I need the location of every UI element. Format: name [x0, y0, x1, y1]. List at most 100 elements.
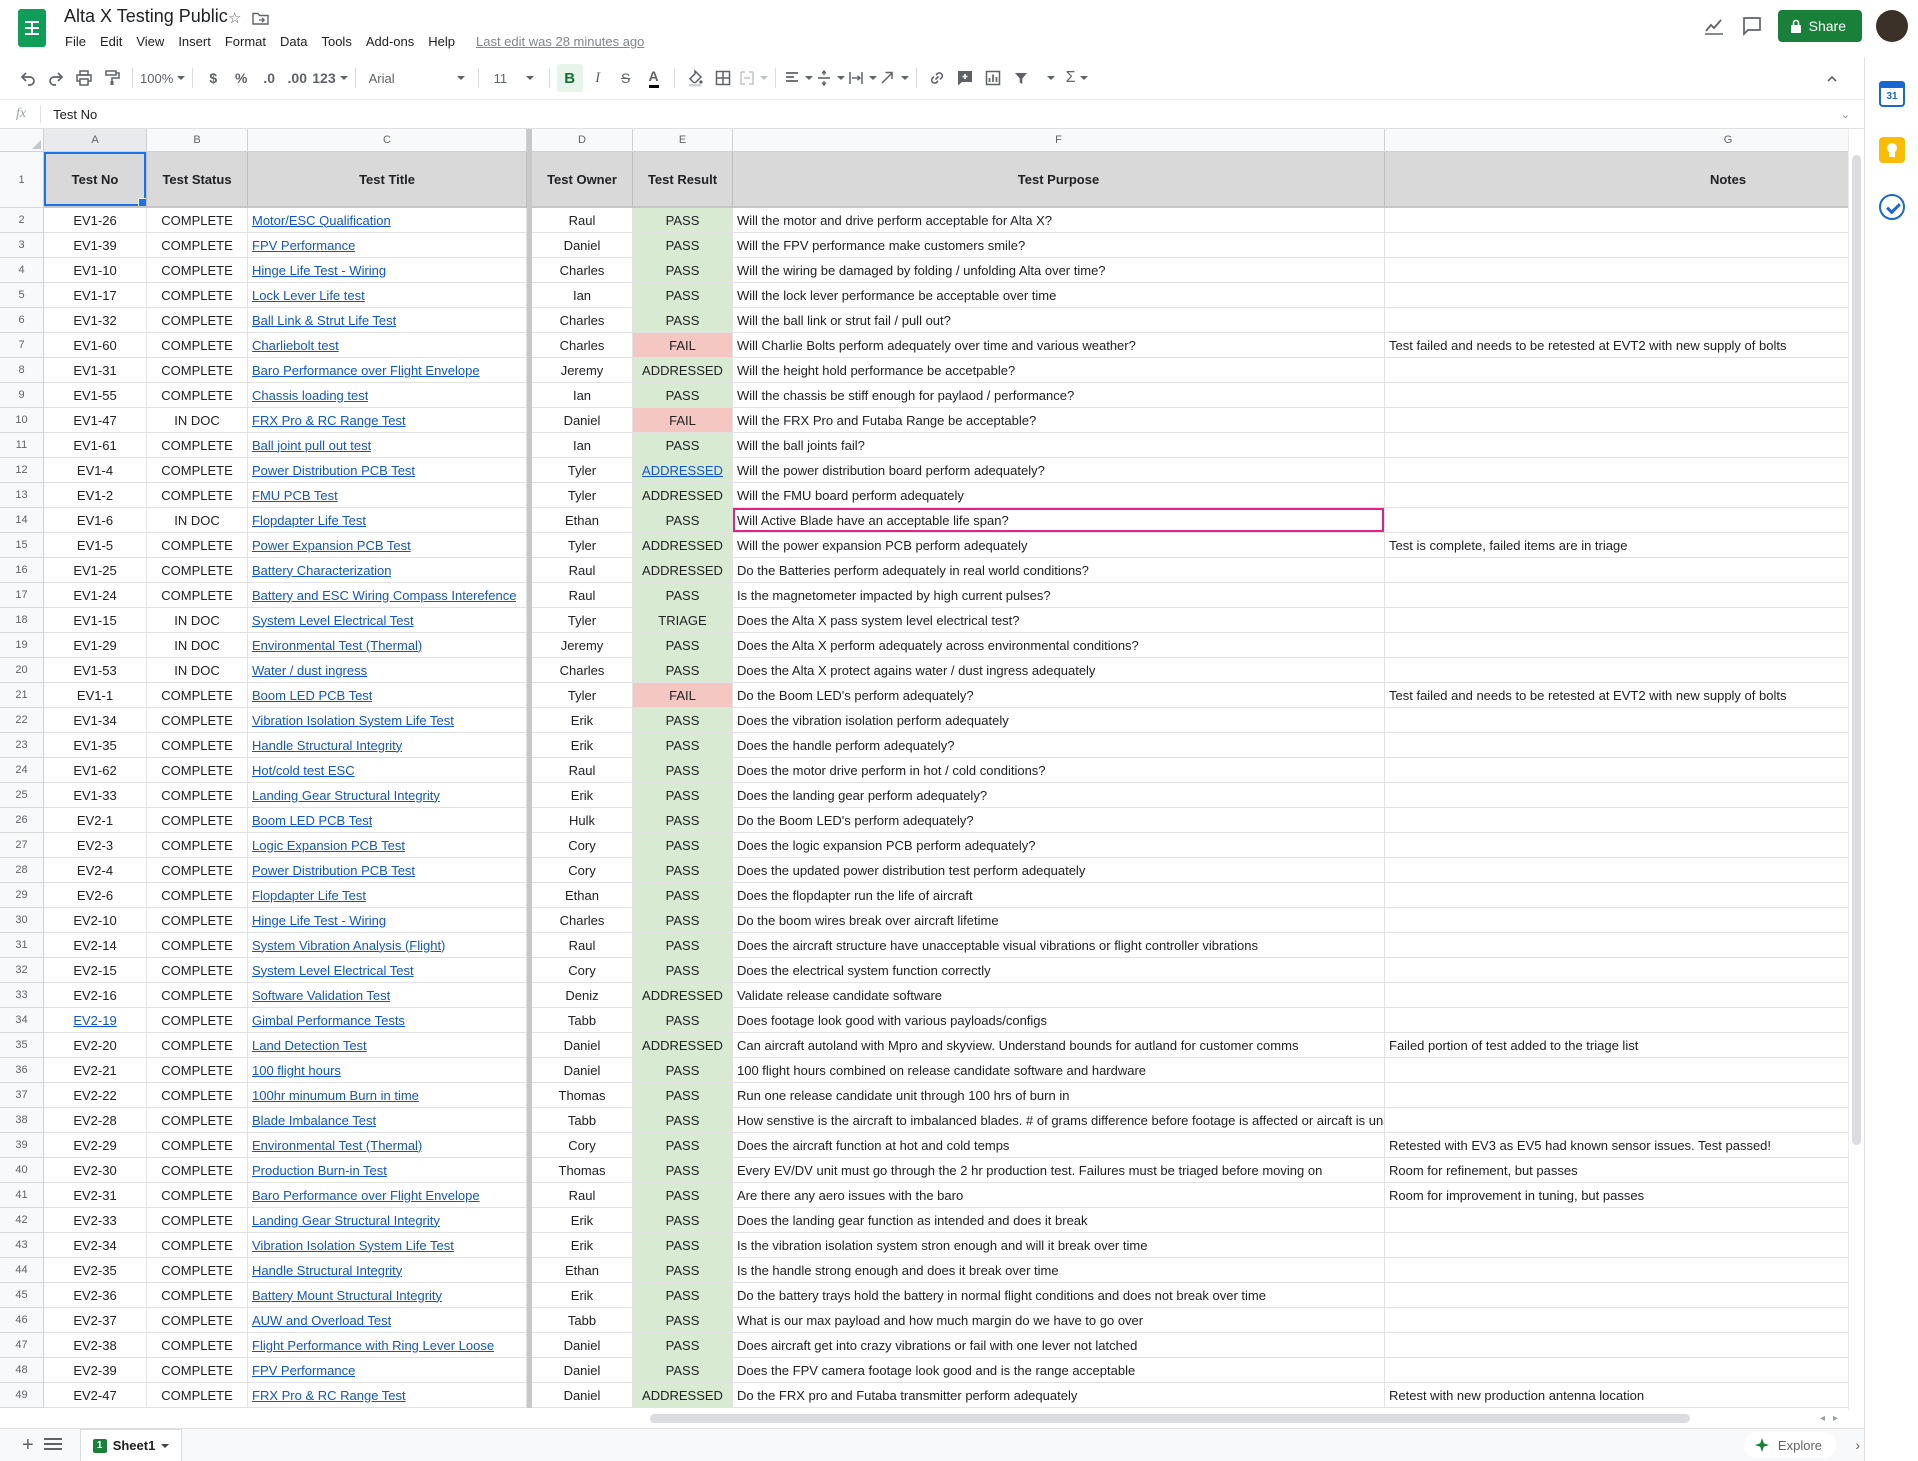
cell-test-title[interactable]: Power Distribution PCB Test	[248, 458, 527, 483]
column-header-a[interactable]: A	[44, 129, 147, 152]
cell-notes[interactable]	[1385, 1208, 1848, 1233]
italic-button[interactable]: I	[585, 64, 611, 92]
cell-test-no[interactable]: EV2-36	[44, 1283, 147, 1308]
cell-test-purpose[interactable]: Does the handle perform adequately?	[733, 733, 1385, 758]
test-title-link[interactable]: Landing Gear Structural Integrity	[252, 788, 440, 803]
cell-test-title[interactable]: Flight Performance with Ring Lever Loose	[248, 1333, 527, 1358]
cell-test-no[interactable]: EV1-55	[44, 383, 147, 408]
test-title-link[interactable]: Flopdapter Life Test	[252, 888, 366, 903]
cell-test-purpose[interactable]: Will the height hold performance be acce…	[733, 358, 1385, 383]
row-number[interactable]: 9	[0, 383, 44, 408]
cell-test-result[interactable]: PASS	[633, 258, 733, 283]
cell-test-purpose[interactable]: Will the chassis be stiff enough for pay…	[733, 383, 1385, 408]
cell-test-purpose[interactable]: Does the Alta X protect agains water / d…	[733, 658, 1385, 683]
row-number[interactable]: 18	[0, 608, 44, 633]
cell-test-owner[interactable]: Jeremy	[532, 358, 633, 383]
row-number[interactable]: 5	[0, 283, 44, 308]
row-number[interactable]: 19	[0, 633, 44, 658]
cell-test-owner[interactable]: Tyler	[532, 533, 633, 558]
column-header-c[interactable]: C	[248, 129, 527, 152]
cell-test-title[interactable]: Lock Lever Life test	[248, 283, 527, 308]
cell-notes[interactable]	[1385, 1108, 1848, 1133]
test-title-link[interactable]: Power Distribution PCB Test	[252, 463, 415, 478]
share-button[interactable]: Share	[1778, 10, 1862, 42]
cell-test-owner[interactable]: Raul	[532, 583, 633, 608]
selected-cell-test-no-header[interactable]: Test No	[44, 152, 147, 208]
cell-test-result[interactable]: PASS	[633, 833, 733, 858]
cell-test-no[interactable]: EV2-21	[44, 1058, 147, 1083]
header-notes[interactable]: Notes	[1385, 152, 1848, 208]
row-number[interactable]: 41	[0, 1183, 44, 1208]
test-title-link[interactable]: System Vibration Analysis (Flight)	[252, 938, 445, 953]
horizontal-align-icon[interactable]	[783, 64, 813, 92]
row-number[interactable]: 48	[0, 1358, 44, 1383]
menu-insert[interactable]: Insert	[171, 31, 218, 52]
cell-notes[interactable]	[1385, 883, 1848, 908]
test-title-link[interactable]: Flopdapter Life Test	[252, 513, 366, 528]
cell-test-owner[interactable]: Ian	[532, 433, 633, 458]
cell-test-title[interactable]: Landing Gear Structural Integrity	[248, 1208, 527, 1233]
cell-test-owner[interactable]: Raul	[532, 558, 633, 583]
cell-test-purpose[interactable]: Do the boom wires break over aircraft li…	[733, 908, 1385, 933]
cell-test-result[interactable]: PASS	[633, 583, 733, 608]
cell-test-purpose[interactable]: Does the Alta X pass system level electr…	[733, 608, 1385, 633]
cell-test-status[interactable]: COMPLETE	[147, 983, 248, 1008]
test-title-link[interactable]: Power Expansion PCB Test	[252, 538, 411, 553]
test-title-link[interactable]: Battery and ESC Wiring Compass Interefen…	[252, 588, 516, 603]
cell-test-status[interactable]: COMPLETE	[147, 858, 248, 883]
row-number[interactable]: 25	[0, 783, 44, 808]
cell-test-status[interactable]: IN DOC	[147, 633, 248, 658]
cell-test-no[interactable]: EV1-5	[44, 533, 147, 558]
cell-test-owner[interactable]: Charles	[532, 908, 633, 933]
cell-test-result[interactable]: PASS	[633, 708, 733, 733]
cell-test-no[interactable]: EV2-31	[44, 1183, 147, 1208]
cell-test-result[interactable]: PASS	[633, 758, 733, 783]
cell-notes[interactable]	[1385, 508, 1848, 533]
row-number[interactable]: 45	[0, 1283, 44, 1308]
cell-test-status[interactable]: COMPLETE	[147, 333, 248, 358]
formula-bar-collapse-icon[interactable]: ⌄	[1841, 108, 1850, 121]
cell-test-result[interactable]: PASS	[633, 1183, 733, 1208]
cell-test-purpose[interactable]: Will Active Blade have an acceptable lif…	[733, 508, 1385, 533]
cell-test-title[interactable]: Blade Imbalance Test	[248, 1108, 527, 1133]
row-number[interactable]: 43	[0, 1233, 44, 1258]
cell-test-title[interactable]: Hinge Life Test - Wiring	[248, 258, 527, 283]
cell-test-status[interactable]: COMPLETE	[147, 883, 248, 908]
test-title-link[interactable]: Ball Link & Strut Life Test	[252, 313, 396, 328]
cell-test-purpose[interactable]: Does the Alta X perform adequately acros…	[733, 633, 1385, 658]
horizontal-scrollbar[interactable]: ◂▸	[44, 1411, 1848, 1426]
cell-test-title[interactable]: 100hr minumum Burn in time	[248, 1083, 527, 1108]
row-number[interactable]: 34	[0, 1008, 44, 1033]
cell-test-no[interactable]: EV1-26	[44, 208, 147, 233]
cell-test-purpose[interactable]: Is the vibration isolation system stron …	[733, 1233, 1385, 1258]
cell-test-title[interactable]: FRX Pro & RC Range Test	[248, 1383, 527, 1408]
test-title-link[interactable]: Software Validation Test	[252, 988, 390, 1003]
row-number[interactable]: 40	[0, 1158, 44, 1183]
cell-test-no[interactable]: EV1-33	[44, 783, 147, 808]
cell-test-status[interactable]: COMPLETE	[147, 933, 248, 958]
cell-notes[interactable]	[1385, 933, 1848, 958]
test-title-link[interactable]: Blade Imbalance Test	[252, 1113, 376, 1128]
cell-test-purpose[interactable]: Will Charlie Bolts perform adequately ov…	[733, 333, 1385, 358]
cell-test-no[interactable]: EV2-47	[44, 1383, 147, 1408]
row-number[interactable]: 46	[0, 1308, 44, 1333]
cell-test-title[interactable]: Hinge Life Test - Wiring	[248, 908, 527, 933]
cell-test-status[interactable]: COMPLETE	[147, 1258, 248, 1283]
undo-icon[interactable]	[15, 64, 41, 92]
cell-notes[interactable]	[1385, 308, 1848, 333]
cell-test-purpose[interactable]: 100 flight hours combined on release can…	[733, 1058, 1385, 1083]
cell-test-no[interactable]: EV2-35	[44, 1258, 147, 1283]
cell-test-result[interactable]: FAIL	[633, 408, 733, 433]
cell-test-result[interactable]: PASS	[633, 1308, 733, 1333]
sheet-tab[interactable]: 1 Sheet1	[80, 1429, 183, 1461]
cell-test-title[interactable]: Ball Link & Strut Life Test	[248, 308, 527, 333]
cell-test-title[interactable]: System Level Electrical Test	[248, 958, 527, 983]
cell-test-status[interactable]: COMPLETE	[147, 533, 248, 558]
cell-test-title[interactable]: FMU PCB Test	[248, 483, 527, 508]
cell-test-status[interactable]: COMPLETE	[147, 1058, 248, 1083]
test-title-link[interactable]: Environmental Test (Thermal)	[252, 1138, 422, 1153]
cell-test-status[interactable]: COMPLETE	[147, 208, 248, 233]
cell-test-title[interactable]: Gimbal Performance Tests	[248, 1008, 527, 1033]
cell-test-status[interactable]: COMPLETE	[147, 833, 248, 858]
side-panel-expand-icon[interactable]: ›	[1855, 1437, 1860, 1453]
